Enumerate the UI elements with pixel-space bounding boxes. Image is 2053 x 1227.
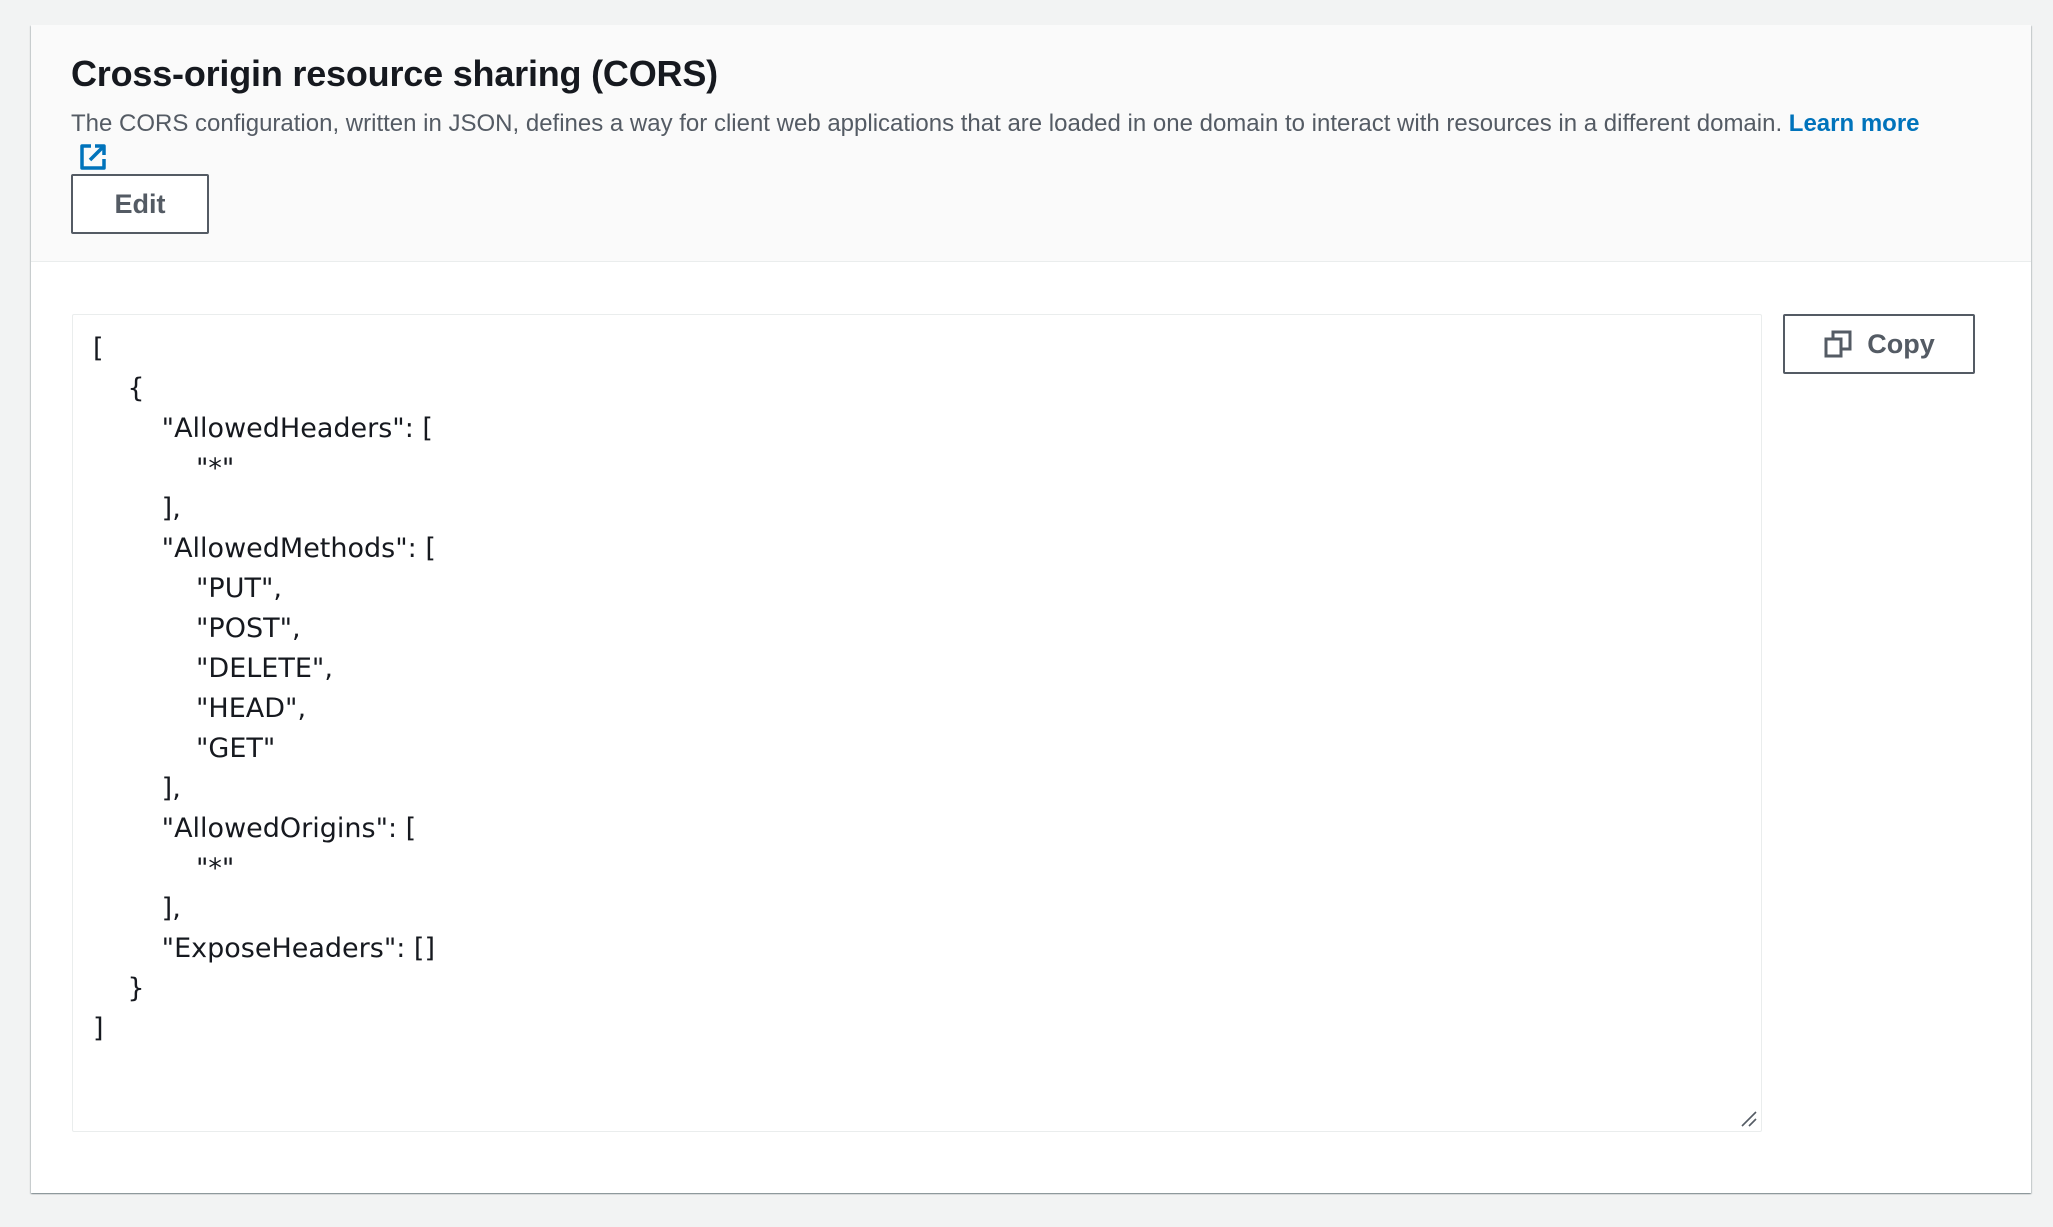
code-line: }	[93, 973, 145, 1004]
code-line: "GET"	[93, 733, 276, 764]
code-line: "ExposeHeaders": []	[93, 933, 435, 964]
code-line: "PUT",	[93, 573, 282, 604]
code-line: "HEAD",	[93, 693, 307, 724]
code-line: ]	[93, 1013, 104, 1044]
code-line: "POST",	[93, 613, 301, 644]
code-line: "DELETE",	[93, 653, 333, 684]
edit-button[interactable]: Edit	[71, 174, 209, 234]
panel-header: Cross-origin resource sharing (CORS) The…	[31, 25, 2031, 262]
code-line: "AllowedHeaders": [	[93, 413, 433, 444]
code-line: ],	[93, 493, 181, 524]
code-line: "*"	[93, 853, 235, 884]
section-title: Cross-origin resource sharing (CORS)	[71, 53, 718, 94]
cors-panel: Cross-origin resource sharing (CORS) The…	[31, 25, 2031, 1193]
copy-icon	[1824, 330, 1852, 358]
code-line: "*"	[93, 453, 235, 484]
code-line: ],	[93, 893, 181, 924]
code-line: {	[93, 373, 145, 404]
code-line: "AllowedOrigins": [	[93, 813, 417, 844]
code-line: ],	[93, 773, 181, 804]
learn-more-link[interactable]: Learn more	[1789, 110, 1920, 137]
description-text: The CORS configuration, written in JSON,…	[71, 110, 1783, 137]
code-line: "AllowedMethods": [	[93, 533, 436, 564]
external-link-icon[interactable]	[77, 141, 109, 173]
code-lines: [ { "AllowedHeaders": [ "*" ], "AllowedM…	[93, 329, 1741, 1049]
resize-handle-icon[interactable]	[1739, 1109, 1757, 1127]
copy-button-label: Copy	[1867, 328, 1935, 359]
copy-button[interactable]: Copy	[1783, 314, 1975, 374]
code-line: [	[93, 333, 104, 364]
edit-button-label: Edit	[114, 188, 166, 219]
section-description: The CORS configuration, written in JSON,…	[71, 107, 1991, 175]
cors-json-editor[interactable]: [ { "AllowedHeaders": [ "*" ], "AllowedM…	[72, 314, 1762, 1132]
learn-more-label: Learn more	[1788, 110, 1920, 137]
